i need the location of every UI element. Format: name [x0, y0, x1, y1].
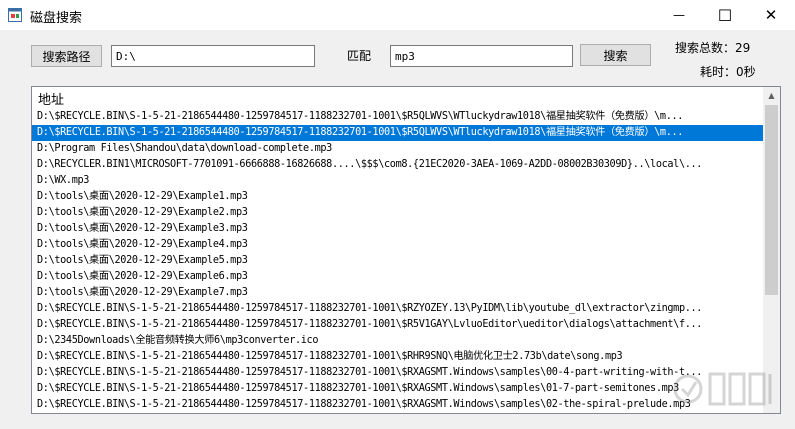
match-input[interactable]: [390, 45, 573, 67]
list-item[interactable]: D:\2345Downloads\全能音频转换大师6\mp3converter.…: [32, 333, 765, 349]
scrollbar-thumb[interactable]: [765, 105, 778, 295]
list-item[interactable]: D:\$RECYCLE.BIN\S-1-5-21-2186544480-1259…: [32, 349, 765, 365]
elapsed-time-label: 耗时：0秒: [700, 65, 756, 79]
list-item[interactable]: D:\tools\桌面\2020-12-29\Example6.mp3: [32, 269, 765, 285]
search-total-label: 搜索总数：29: [675, 41, 751, 55]
list-item[interactable]: D:\tools\桌面\2020-12-29\Example5.mp3: [32, 253, 765, 269]
list-item[interactable]: D:\$RECYCLE.BIN\S-1-5-21-2186544480-1259…: [32, 397, 765, 413]
list-item[interactable]: D:\$RECYCLE.BIN\S-1-5-21-2186544480-1259…: [32, 365, 765, 381]
list-item[interactable]: D:\tools\桌面\2020-12-29\Example2.mp3: [32, 205, 765, 221]
close-button[interactable]: ✕: [748, 0, 794, 30]
search-button[interactable]: 搜索: [580, 44, 651, 66]
list-item[interactable]: D:\tools\桌面\2020-12-29\Example1.mp3: [32, 189, 765, 205]
list-item[interactable]: D:\tools\桌面\2020-12-29\Example4.mp3: [32, 237, 765, 253]
list-item[interactable]: D:\$RECYCLE.BIN\S-1-5-21-2186544480-1259…: [32, 301, 765, 317]
scroll-up-arrow-icon[interactable]: ▲: [763, 87, 780, 104]
minimize-button[interactable]: —: [656, 0, 702, 30]
results-header: 地址: [38, 93, 65, 108]
search-path-button[interactable]: 搜索路径: [31, 45, 102, 67]
path-input[interactable]: [111, 45, 315, 67]
close-icon: ✕: [764, 6, 778, 24]
list-item[interactable]: D:\$RECYCLE.BIN\S-1-5-21-2186544480-1259…: [32, 109, 765, 125]
list-item[interactable]: D:\tools\桌面\2020-12-29\Example7.mp3: [32, 285, 765, 301]
window-title: 磁盘搜索: [30, 11, 83, 26]
list-item[interactable]: D:\$RECYCLE.BIN\S-1-5-21-2186544480-1259…: [32, 317, 765, 333]
list-item[interactable]: D:\Program Files\Shandou\data\download-c…: [32, 141, 765, 157]
list-item[interactable]: D:\$RECYCLE.BIN\S-1-5-21-2186544480-1259…: [32, 381, 765, 397]
results-rows: D:\$RECYCLE.BIN\S-1-5-21-2186544480-1259…: [32, 109, 765, 413]
list-item[interactable]: D:\$RECYCLE.BIN\S-1-5-21-2186544480-1259…: [32, 125, 765, 141]
title-bar: 磁盘搜索 — ☐ ✕: [0, 0, 795, 30]
list-item[interactable]: D:\RECYCLER.BIN1\MICROSOFT-7701091-66668…: [32, 157, 765, 173]
minimize-icon: —: [673, 8, 685, 22]
results-list[interactable]: 地址 D:\$RECYCLE.BIN\S-1-5-21-2186544480-1…: [31, 86, 781, 414]
list-item[interactable]: D:\WX.mp3: [32, 173, 765, 189]
list-item[interactable]: D:\tools\桌面\2020-12-29\Example3.mp3: [32, 221, 765, 237]
maximize-icon: ☐: [717, 5, 733, 25]
maximize-button[interactable]: ☐: [702, 0, 748, 30]
match-label: 匹配: [347, 49, 372, 63]
watermark-logo: [673, 372, 772, 406]
app-window-icon: [8, 8, 22, 22]
